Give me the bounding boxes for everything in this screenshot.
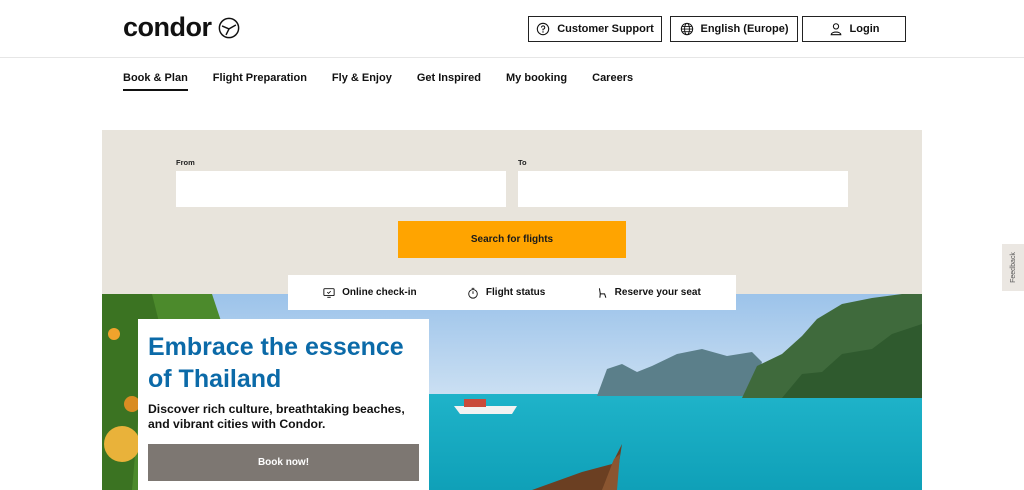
flight-status-label: Flight status xyxy=(485,287,546,298)
nav-careers[interactable]: Careers xyxy=(592,72,633,91)
customer-support-label: Customer Support xyxy=(557,23,654,35)
logo-text: condor xyxy=(123,12,212,42)
customer-support-button[interactable]: Customer Support xyxy=(528,16,662,42)
language-label: English (Europe) xyxy=(700,23,789,35)
globe-icon xyxy=(680,22,693,36)
login-button[interactable]: Login xyxy=(802,16,906,42)
nav-get-inspired[interactable]: Get Inspired xyxy=(417,72,481,91)
language-selector-button[interactable]: English (Europe) xyxy=(670,16,798,42)
flight-status-link[interactable]: Flight status xyxy=(467,287,545,299)
stopwatch-icon xyxy=(468,287,478,299)
from-input[interactable] xyxy=(176,171,506,207)
condor-logo[interactable]: condor xyxy=(123,12,240,43)
to-input[interactable] xyxy=(518,171,848,207)
feedback-label: Feedback xyxy=(1009,252,1017,283)
main-navigation: Book & Plan Flight Preparation Fly & Enj… xyxy=(123,72,633,91)
promo-title: Embrace the essence of Thailand xyxy=(148,333,404,393)
login-label: Login xyxy=(849,23,880,35)
feedback-tab[interactable]: Feedback xyxy=(1002,244,1024,291)
book-now-button[interactable]: Book now! xyxy=(148,444,419,481)
search-flights-button[interactable]: Search for flights xyxy=(398,221,626,258)
nav-fly-and-enjoy[interactable]: Fly & Enjoy xyxy=(332,72,392,91)
promo-description: Discover rich culture, breathtaking beac… xyxy=(148,402,405,431)
to-label: To xyxy=(518,158,527,167)
reserve-seat-link[interactable]: Reserve your seat xyxy=(596,287,701,299)
nav-flight-preparation[interactable]: Flight Preparation xyxy=(213,72,307,91)
question-circle-icon xyxy=(537,22,550,36)
online-checkin-link[interactable]: Online check-in xyxy=(323,287,417,299)
condor-bird-icon xyxy=(218,17,239,38)
flight-search-panel: From To Search for flights xyxy=(102,130,922,295)
quick-links-bar: Online check-in Flight status Reserve yo… xyxy=(288,275,736,310)
promo-card: Embrace the essence of Thailand Discover… xyxy=(138,319,429,490)
user-icon xyxy=(830,23,841,36)
nav-my-booking[interactable]: My booking xyxy=(506,72,567,91)
reserve-seat-label: Reserve your seat xyxy=(614,287,701,298)
from-label: From xyxy=(176,158,195,167)
checkin-screen-icon xyxy=(323,287,335,298)
seat-icon xyxy=(598,287,607,298)
site-header: condor Customer Support English (Europe)… xyxy=(0,0,1024,58)
online-checkin-label: Online check-in xyxy=(342,287,417,298)
nav-book-and-plan[interactable]: Book & Plan xyxy=(123,72,188,91)
